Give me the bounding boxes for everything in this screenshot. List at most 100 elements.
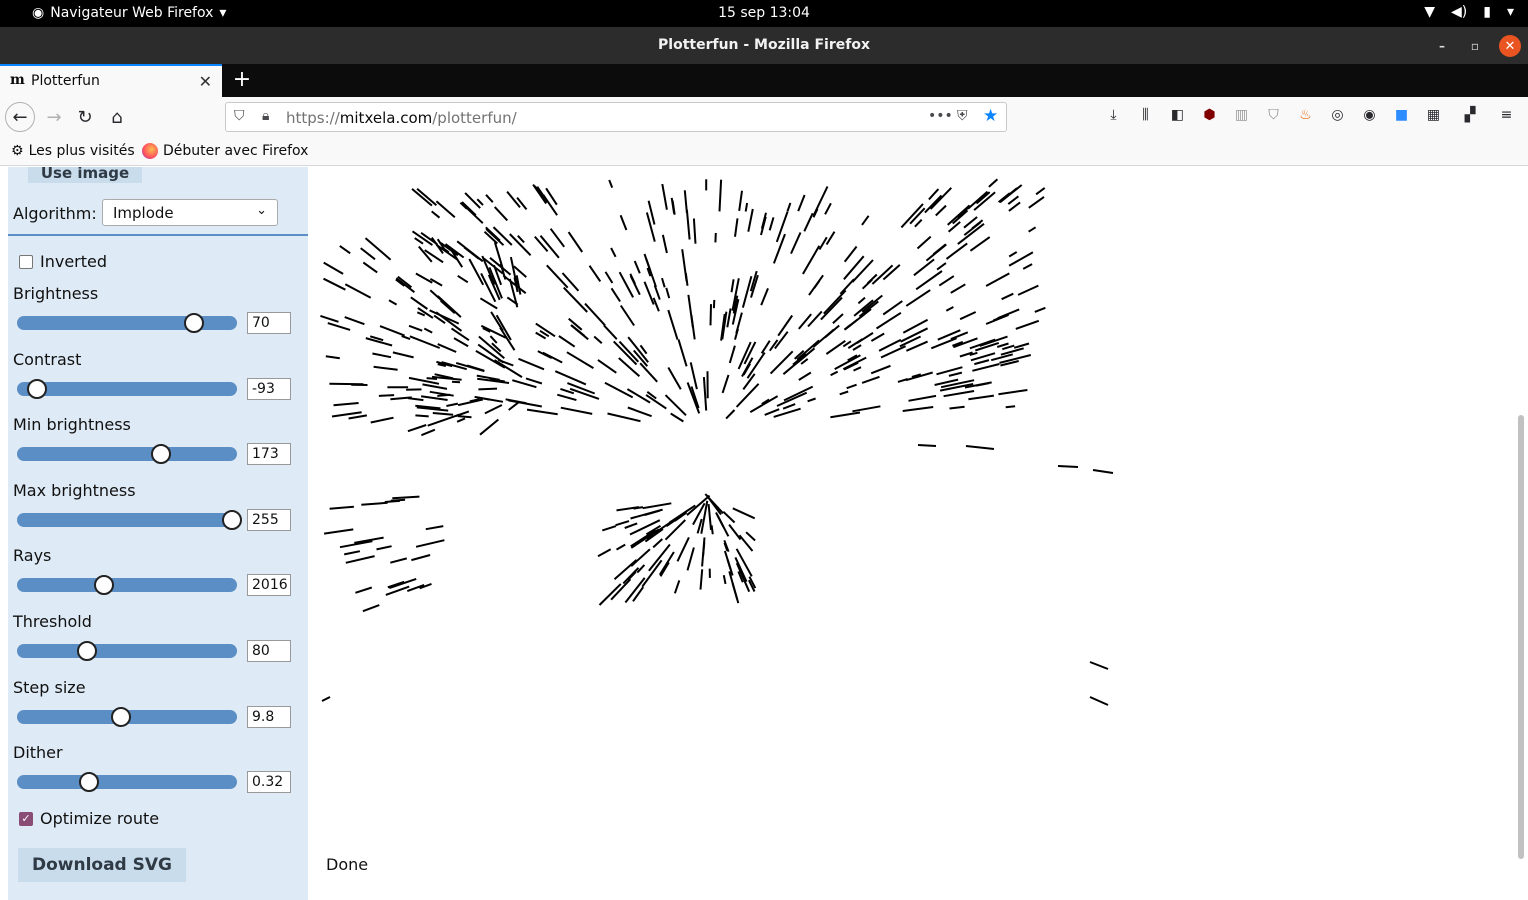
slider-thumb[interactable] bbox=[93, 575, 114, 596]
url-bar[interactable]: ⛉ 🔒︎ https://mitxela.com/plotterfun/ •••… bbox=[225, 102, 1007, 132]
slider-label: Rays bbox=[13, 546, 52, 566]
plot-stroke bbox=[929, 187, 953, 210]
sidebar-icon[interactable]: ◧ bbox=[1168, 105, 1187, 124]
minimize-button[interactable]: – bbox=[1431, 35, 1453, 57]
slider-value-input[interactable]: 2016 bbox=[247, 574, 291, 597]
tab-plotterfun[interactable]: m Plotterfun ✕ bbox=[0, 64, 222, 97]
slider-thumb[interactable] bbox=[26, 378, 47, 399]
algorithm-select[interactable]: Implode ⌄ bbox=[102, 199, 278, 226]
slider-track[interactable] bbox=[17, 772, 237, 793]
checkbox-box[interactable]: ✓ bbox=[19, 811, 33, 826]
plot-stroke bbox=[667, 367, 682, 390]
plot-stroke bbox=[824, 202, 832, 215]
maximize-button[interactable]: ▫ bbox=[1464, 35, 1486, 57]
plot-stroke bbox=[624, 522, 638, 529]
slider-track[interactable] bbox=[17, 509, 242, 530]
slider-thumb[interactable] bbox=[79, 772, 100, 793]
plot-stroke bbox=[489, 335, 498, 344]
shield-icon[interactable]: ⛉ bbox=[234, 108, 245, 124]
close-window-button[interactable]: ✕ bbox=[1499, 35, 1521, 57]
home-button[interactable]: ⌂ bbox=[103, 103, 131, 131]
plot-stroke bbox=[370, 416, 394, 424]
back-button[interactable]: ← bbox=[5, 102, 35, 132]
slider-value-input[interactable]: 70 bbox=[247, 312, 291, 334]
extensions-puzzle-icon[interactable]: ▞ bbox=[1456, 105, 1484, 124]
lock-icon[interactable]: 🔒︎ bbox=[262, 108, 269, 124]
algorithm-label: Algorithm: bbox=[13, 204, 97, 223]
plot-stroke bbox=[437, 343, 457, 353]
bookmark-star-icon[interactable]: ★ bbox=[983, 106, 998, 126]
inverted-checkbox[interactable]: Inverted bbox=[19, 252, 107, 271]
slider-thumb[interactable] bbox=[150, 444, 171, 465]
slider-value-input[interactable]: 255 bbox=[247, 508, 291, 531]
library-icon[interactable]: ⫼ bbox=[1136, 105, 1155, 124]
url-text[interactable]: https://mitxela.com/plotterfun/ bbox=[286, 109, 517, 127]
reload-button[interactable]: ↻ bbox=[71, 103, 99, 131]
plot-stroke bbox=[957, 223, 985, 245]
bookmark-most-visited[interactable]: ⚙ Les plus visités bbox=[11, 143, 135, 159]
privacy-badger-icon[interactable]: ⛉ bbox=[1264, 105, 1283, 124]
plot-stroke bbox=[562, 286, 588, 313]
plot-stroke bbox=[558, 335, 576, 348]
page-scrollbar[interactable] bbox=[1518, 415, 1524, 859]
plot-stroke bbox=[632, 586, 645, 602]
clock[interactable]: 15 sep 13:04 bbox=[0, 5, 1528, 21]
close-tab-icon[interactable]: ✕ bbox=[199, 72, 212, 91]
plot-stroke bbox=[807, 397, 816, 403]
pocket-icon[interactable]: ⛨ bbox=[957, 108, 968, 124]
extension-icon[interactable]: ▥ bbox=[1232, 105, 1251, 124]
extension-swirl-icon[interactable]: ◎ bbox=[1328, 105, 1347, 124]
slider-track[interactable] bbox=[17, 575, 237, 596]
slider-thumb[interactable] bbox=[184, 313, 205, 333]
bookmark-getting-started[interactable]: Débuter avec Firefox bbox=[142, 143, 308, 159]
slider-thumb[interactable] bbox=[222, 509, 242, 530]
checkbox-box[interactable] bbox=[19, 254, 33, 269]
plot-stroke bbox=[408, 324, 423, 332]
slider-value-input[interactable]: 0.32 bbox=[247, 771, 291, 794]
slider-value-input[interactable]: 9.8 bbox=[247, 705, 291, 728]
plot-stroke bbox=[610, 247, 617, 258]
slider-track[interactable] bbox=[17, 641, 237, 661]
hamburger-menu-icon[interactable]: ≡ bbox=[1497, 105, 1516, 124]
slider-thumb[interactable] bbox=[77, 641, 98, 661]
plot-stroke bbox=[852, 344, 862, 351]
barcode-icon[interactable]: ▦ bbox=[1424, 105, 1443, 124]
slider-track[interactable] bbox=[17, 706, 237, 727]
plot-stroke bbox=[344, 550, 361, 556]
plot-stroke bbox=[616, 543, 626, 551]
slider-value-input[interactable]: 173 bbox=[247, 443, 291, 466]
plot-stroke bbox=[476, 198, 484, 206]
plot-stroke bbox=[760, 288, 769, 306]
slider-track[interactable] bbox=[17, 378, 237, 399]
zoom-icon[interactable]: ■ bbox=[1392, 105, 1411, 124]
extension-fire-icon[interactable]: ♨ bbox=[1296, 105, 1315, 124]
plot-stroke bbox=[457, 415, 472, 419]
plot-stroke bbox=[479, 418, 500, 436]
plot-stroke bbox=[948, 371, 963, 377]
plot-stroke bbox=[667, 309, 679, 340]
slider-track[interactable] bbox=[17, 444, 237, 465]
plot-stroke bbox=[388, 299, 398, 306]
account-icon[interactable]: ◉ bbox=[1360, 105, 1379, 124]
plot-stroke bbox=[670, 412, 684, 423]
system-tray[interactable]: ▼ ◀) ▮ ▾ bbox=[1424, 4, 1514, 20]
page-actions-icon[interactable]: ••• bbox=[928, 108, 953, 124]
plot-stroke bbox=[945, 306, 954, 312]
new-tab-button[interactable]: + bbox=[230, 67, 254, 92]
plot-stroke bbox=[937, 329, 961, 341]
download-svg-button[interactable]: Download SVG bbox=[18, 848, 186, 882]
download-icon[interactable]: ⤓ bbox=[1104, 105, 1123, 124]
plot-stroke bbox=[378, 394, 395, 397]
slider-value-input[interactable]: 80 bbox=[247, 640, 291, 662]
slider-value-input[interactable]: -93 bbox=[247, 377, 291, 400]
optimize-route-checkbox[interactable]: ✓ Optimize route bbox=[19, 809, 159, 828]
use-image-button[interactable]: Use image bbox=[28, 167, 142, 183]
slider-track[interactable] bbox=[17, 313, 237, 333]
forward-button[interactable]: → bbox=[40, 103, 68, 131]
slider-thumb[interactable] bbox=[110, 706, 131, 727]
ublock-icon[interactable]: ⬢ bbox=[1200, 105, 1219, 124]
plot-stroke bbox=[998, 389, 1028, 396]
plot-stroke bbox=[847, 318, 859, 328]
plot-stroke bbox=[945, 242, 968, 260]
plot-stroke bbox=[485, 194, 494, 203]
